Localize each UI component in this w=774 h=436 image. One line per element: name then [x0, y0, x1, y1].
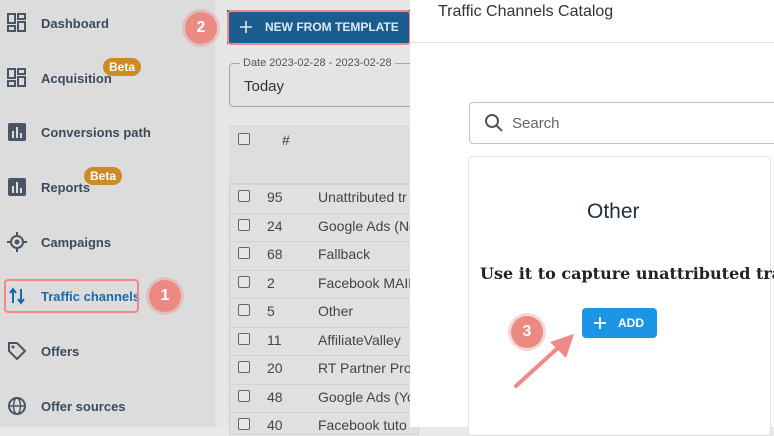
row-name[interactable]: Google Ads (No: [318, 218, 417, 234]
beta-badge: Beta: [103, 58, 142, 76]
column-header-num: #: [282, 132, 290, 148]
acquisition-icon: [7, 68, 26, 87]
row-divider: [229, 412, 410, 413]
select-all-checkbox[interactable]: [238, 133, 250, 145]
row-checkbox[interactable]: [238, 418, 250, 430]
new-from-template-highlight: [227, 10, 411, 45]
target-icon: [7, 232, 27, 252]
row-divider: [229, 383, 410, 385]
sidebar-item-conversions-path[interactable]: Conversions path: [0, 112, 215, 152]
sidebar-item-label: Conversions path: [41, 124, 151, 140]
row-divider: [229, 184, 410, 185]
search-icon: [485, 114, 503, 132]
row-checkbox[interactable]: [238, 304, 250, 316]
row-checkbox[interactable]: [238, 218, 250, 231]
row-name[interactable]: AffiliateValley: [318, 332, 401, 348]
card-description: Use it to capture unattributed traffic: [480, 264, 774, 283]
row-divider: [229, 298, 410, 299]
row-id: 20: [267, 360, 283, 376]
sidebar-item-campaigns[interactable]: Campaigns: [0, 222, 215, 262]
beta-badge: Beta: [84, 167, 123, 185]
bar-chart-icon: [8, 178, 26, 196]
step-marker-1: 1: [149, 280, 181, 312]
add-button[interactable]: ADD: [582, 308, 657, 338]
row-divider: [229, 326, 410, 328]
divider: [410, 42, 774, 43]
row-checkbox[interactable]: [238, 275, 250, 288]
row-name[interactable]: Unattributed tr: [318, 189, 407, 205]
plus-icon: [594, 317, 606, 329]
row-name[interactable]: Facebook MAIN: [318, 275, 418, 291]
sidebar-item-label: Offer sources: [41, 398, 126, 414]
row-id: 48: [267, 388, 283, 405]
dashboard-icon: [7, 13, 26, 32]
row-name[interactable]: Facebook tuto: [318, 417, 407, 433]
row-checkbox[interactable]: [238, 247, 250, 259]
row-divider: [229, 212, 410, 214]
sidebar-item-label: Campaigns: [41, 234, 112, 250]
add-label: ADD: [618, 316, 644, 330]
row-id: 11: [267, 331, 282, 348]
row-checkbox[interactable]: [238, 190, 250, 202]
row-id: 40: [267, 417, 283, 433]
row-checkbox[interactable]: [238, 361, 250, 373]
sidebar-item-dashboard[interactable]: Dashboard: [0, 3, 215, 43]
row-id: 5: [267, 303, 275, 319]
row-checkbox[interactable]: [238, 332, 250, 345]
row-name[interactable]: RT Partner Pro: [318, 360, 412, 376]
date-filter-legend: Date 2023-02-28 - 2023-02-28: [240, 57, 395, 69]
sidebar-item-offer-sources[interactable]: Offer sources: [0, 386, 215, 426]
tag-icon: [8, 342, 27, 361]
row-id: 68: [267, 246, 283, 262]
row-id: 24: [267, 217, 283, 234]
drawer-title: Traffic Channels Catalog: [438, 3, 614, 20]
bar-chart-icon: [8, 123, 26, 141]
arrow-icon: [514, 334, 574, 388]
card-title: Other: [587, 200, 640, 223]
step-marker-2: 2: [185, 12, 217, 44]
sidebar-item-label: Dashboard: [41, 15, 109, 31]
row-divider: [229, 241, 410, 242]
row-divider: [229, 355, 410, 356]
row-id: 2: [267, 274, 275, 291]
row-name[interactable]: Other: [318, 303, 353, 319]
sidebar-item-label: Acquisition: [41, 70, 112, 86]
table-header: [229, 125, 410, 184]
sidebar-item-offers[interactable]: Offers: [0, 331, 215, 371]
catalog-card-other: [468, 156, 771, 436]
row-name[interactable]: Google Ads (Yo: [318, 389, 415, 405]
sidebar-item-label: Offers: [41, 343, 80, 359]
row-id: 95: [267, 189, 283, 205]
sidebar-item-label: Reports: [41, 179, 91, 195]
row-name[interactable]: Fallback: [318, 246, 370, 262]
search-placeholder: Search: [512, 115, 560, 132]
date-filter-value: Today: [244, 78, 285, 95]
traffic-channels-highlight: [4, 279, 139, 313]
row-divider: [229, 269, 410, 271]
globe-icon: [8, 397, 26, 415]
row-checkbox[interactable]: [238, 389, 250, 402]
